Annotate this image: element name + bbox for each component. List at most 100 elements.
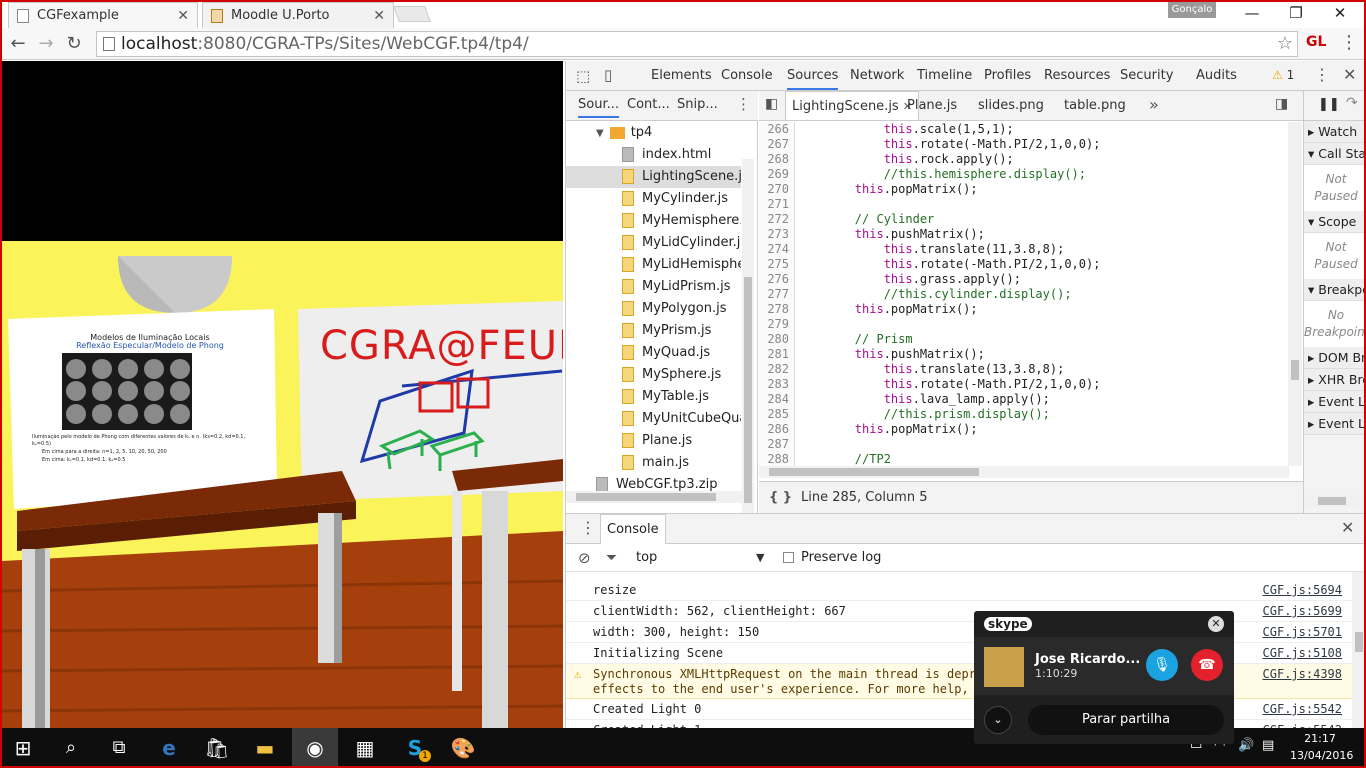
context-dropdown-icon[interactable]: ▼ [756, 544, 764, 572]
line-number[interactable]: 285 [759, 407, 789, 422]
file-tree-item[interactable]: MyLidCylinder.js [566, 232, 741, 254]
file-tree-item[interactable]: index.html [566, 144, 741, 166]
line-number[interactable]: 280 [759, 332, 789, 347]
line-number[interactable]: 268 [759, 152, 789, 167]
task-view-icon[interactable]: ⧉ [96, 728, 142, 768]
line-number[interactable]: 288 [759, 452, 789, 467]
code-line[interactable]: 266 this.scale(1,5,1); [759, 122, 1289, 137]
file-tree-item[interactable]: MyLidHemisphere.js [566, 254, 741, 276]
browser-tab-cgfexample[interactable]: CGFexample ✕ [8, 2, 198, 28]
code-line[interactable]: 269 //this.hemisphere.display(); [759, 167, 1289, 182]
code-line[interactable]: 280 // Prism [759, 332, 1289, 347]
filter-icon[interactable]: ⏷ [606, 544, 617, 572]
code-line[interactable]: 287 [759, 437, 1289, 452]
watch-section[interactable]: ▸ Watch [1304, 121, 1366, 143]
breakpoints-section[interactable]: ▾ Breakpoints [1304, 279, 1366, 301]
reload-icon[interactable]: ↻ [62, 32, 86, 56]
bookmark-star-icon[interactable]: ☆ [1277, 32, 1293, 56]
code-line[interactable]: 286 this.popMatrix(); [759, 422, 1289, 437]
event-listeners-section[interactable]: ▸ Event Listeners [1304, 413, 1366, 435]
file-tree-item[interactable]: MyPolygon.js [566, 298, 741, 320]
console-source-link[interactable]: CGF.js:4398 [1263, 667, 1342, 682]
minimize-icon[interactable]: — [1232, 2, 1272, 24]
file-tree-item[interactable]: main.js [566, 452, 741, 474]
device-mode-icon[interactable]: ▯ [604, 66, 612, 84]
file-tree-item[interactable]: MyHemisphere.js [566, 210, 741, 232]
navigator-menu-icon[interactable]: ⋮ [736, 95, 751, 113]
file-tree-item[interactable]: MyLidPrism.js [566, 276, 741, 298]
code-line[interactable]: 282 this.translate(13,3.8,8); [759, 362, 1289, 377]
tab-timeline[interactable]: Timeline [917, 61, 972, 90]
event-listener-breakpoints-section[interactable]: ▸ Event Listener Breakpoints [1304, 391, 1366, 413]
tab-resources[interactable]: Resources [1044, 61, 1110, 90]
pretty-print-icon[interactable]: { } [769, 482, 792, 514]
code-line[interactable]: 276 this.grass.apply(); [759, 272, 1289, 287]
tab-security[interactable]: Security [1120, 61, 1173, 90]
line-number[interactable]: 278 [759, 302, 789, 317]
profile-button[interactable]: Gonçalo [1168, 2, 1216, 18]
code-line[interactable]: 275 this.rotate(-Math.PI/2,1,0,0); [759, 257, 1289, 272]
clock-time[interactable]: 21:17 [1290, 732, 1350, 745]
apps-grid-icon[interactable]: ▦ [342, 728, 388, 768]
pause-icon[interactable]: ❚❚ [1318, 97, 1340, 112]
line-number[interactable]: 276 [759, 272, 789, 287]
line-number[interactable]: 277 [759, 287, 789, 302]
code-line[interactable]: 267 this.rotate(-Math.PI/2,1,0,0); [759, 137, 1289, 152]
back-icon[interactable]: ← [6, 32, 30, 56]
toggle-debugger-icon[interactable]: ◨ [1275, 96, 1288, 112]
code-line[interactable]: 281 this.pushMatrix(); [759, 347, 1289, 362]
line-number[interactable]: 286 [759, 422, 789, 437]
line-number[interactable]: 272 [759, 212, 789, 227]
tab-console[interactable]: Console [721, 61, 773, 90]
file-tree-item[interactable]: MyUnitCubeQuad.js [566, 408, 741, 430]
editor-vscrollbar[interactable] [1288, 122, 1302, 466]
code-line[interactable]: 272 // Cylinder [759, 212, 1289, 227]
forward-icon[interactable]: → [34, 32, 58, 56]
inspect-element-icon[interactable]: ⬚ [576, 67, 590, 85]
start-icon[interactable]: ⊞ [0, 728, 46, 768]
address-bar[interactable]: localhost:8080/CGRA-TPs/Sites/WebCGF.tp4… [96, 31, 1298, 57]
restore-icon[interactable]: ❐ [1276, 2, 1316, 24]
close-devtools-icon[interactable]: ✕ [1343, 65, 1356, 84]
navigator-scrollbar[interactable] [742, 159, 754, 561]
scope-section[interactable]: ▾ Scope [1304, 211, 1366, 233]
console-source-link[interactable]: CGF.js:5108 [1263, 643, 1342, 663]
close-window-icon[interactable]: ✕ [1320, 2, 1360, 24]
volume-icon[interactable]: 🔊 [1238, 738, 1254, 753]
line-number[interactable]: 284 [759, 392, 789, 407]
code-line[interactable]: 273 this.pushMatrix(); [759, 227, 1289, 242]
clock-date[interactable]: 13/04/2016 [1290, 749, 1353, 762]
file-tree-item[interactable]: MyQuad.js [566, 342, 741, 364]
tab-elements[interactable]: Elements [651, 61, 712, 90]
line-number[interactable]: 287 [759, 437, 789, 452]
file-tree-item[interactable]: MyPrism.js [566, 320, 741, 342]
search-icon[interactable]: ⌕ [48, 728, 94, 768]
line-number[interactable]: 279 [759, 317, 789, 332]
line-number[interactable]: 271 [759, 197, 789, 212]
editor-tab[interactable]: Plane.js [901, 91, 963, 120]
code-line[interactable]: 285 //this.prism.display(); [759, 407, 1289, 422]
browser-tab-moodle[interactable]: Moodle U.Porto ✕ [202, 2, 394, 28]
extension-gl-icon[interactable]: GL [1306, 34, 1326, 50]
hang-up-icon[interactable]: ☎ [1191, 649, 1223, 681]
skype-taskbar-icon[interactable]: S [392, 728, 438, 768]
toggle-navigator-icon[interactable]: ◧ [765, 96, 778, 112]
line-number[interactable]: 275 [759, 257, 789, 272]
preserve-log-checkbox[interactable] [783, 552, 794, 563]
console-source-link[interactable]: CGF.js:5542 [1263, 699, 1342, 719]
sidebar-hscrollbar[interactable] [1304, 495, 1366, 507]
navigator-tab-sources[interactable]: Sour... [578, 97, 619, 118]
paint-icon[interactable]: 🎨 [440, 728, 486, 768]
webgl-canvas[interactable]: Modelos de Iluminação Locais Reflexão Es… [2, 61, 563, 728]
file-tree-item[interactable]: LightingScene.js [566, 166, 741, 188]
browser-menu-icon[interactable]: ⋮ [1340, 32, 1358, 53]
console-scrollbar[interactable] [1352, 572, 1366, 729]
file-tree-item[interactable]: ▼ tp4 [566, 122, 741, 144]
file-tree-item[interactable]: WebCGF.tp3.zip [566, 474, 741, 492]
line-number[interactable]: 283 [759, 377, 789, 392]
close-drawer-icon[interactable]: ✕ [1341, 518, 1354, 537]
tab-network[interactable]: Network [850, 61, 904, 90]
notifications-icon[interactable]: ▤ [1262, 738, 1274, 753]
console-source-link[interactable]: CGF.js:5694 [1263, 580, 1342, 600]
tab-sources[interactable]: Sources [787, 61, 839, 90]
